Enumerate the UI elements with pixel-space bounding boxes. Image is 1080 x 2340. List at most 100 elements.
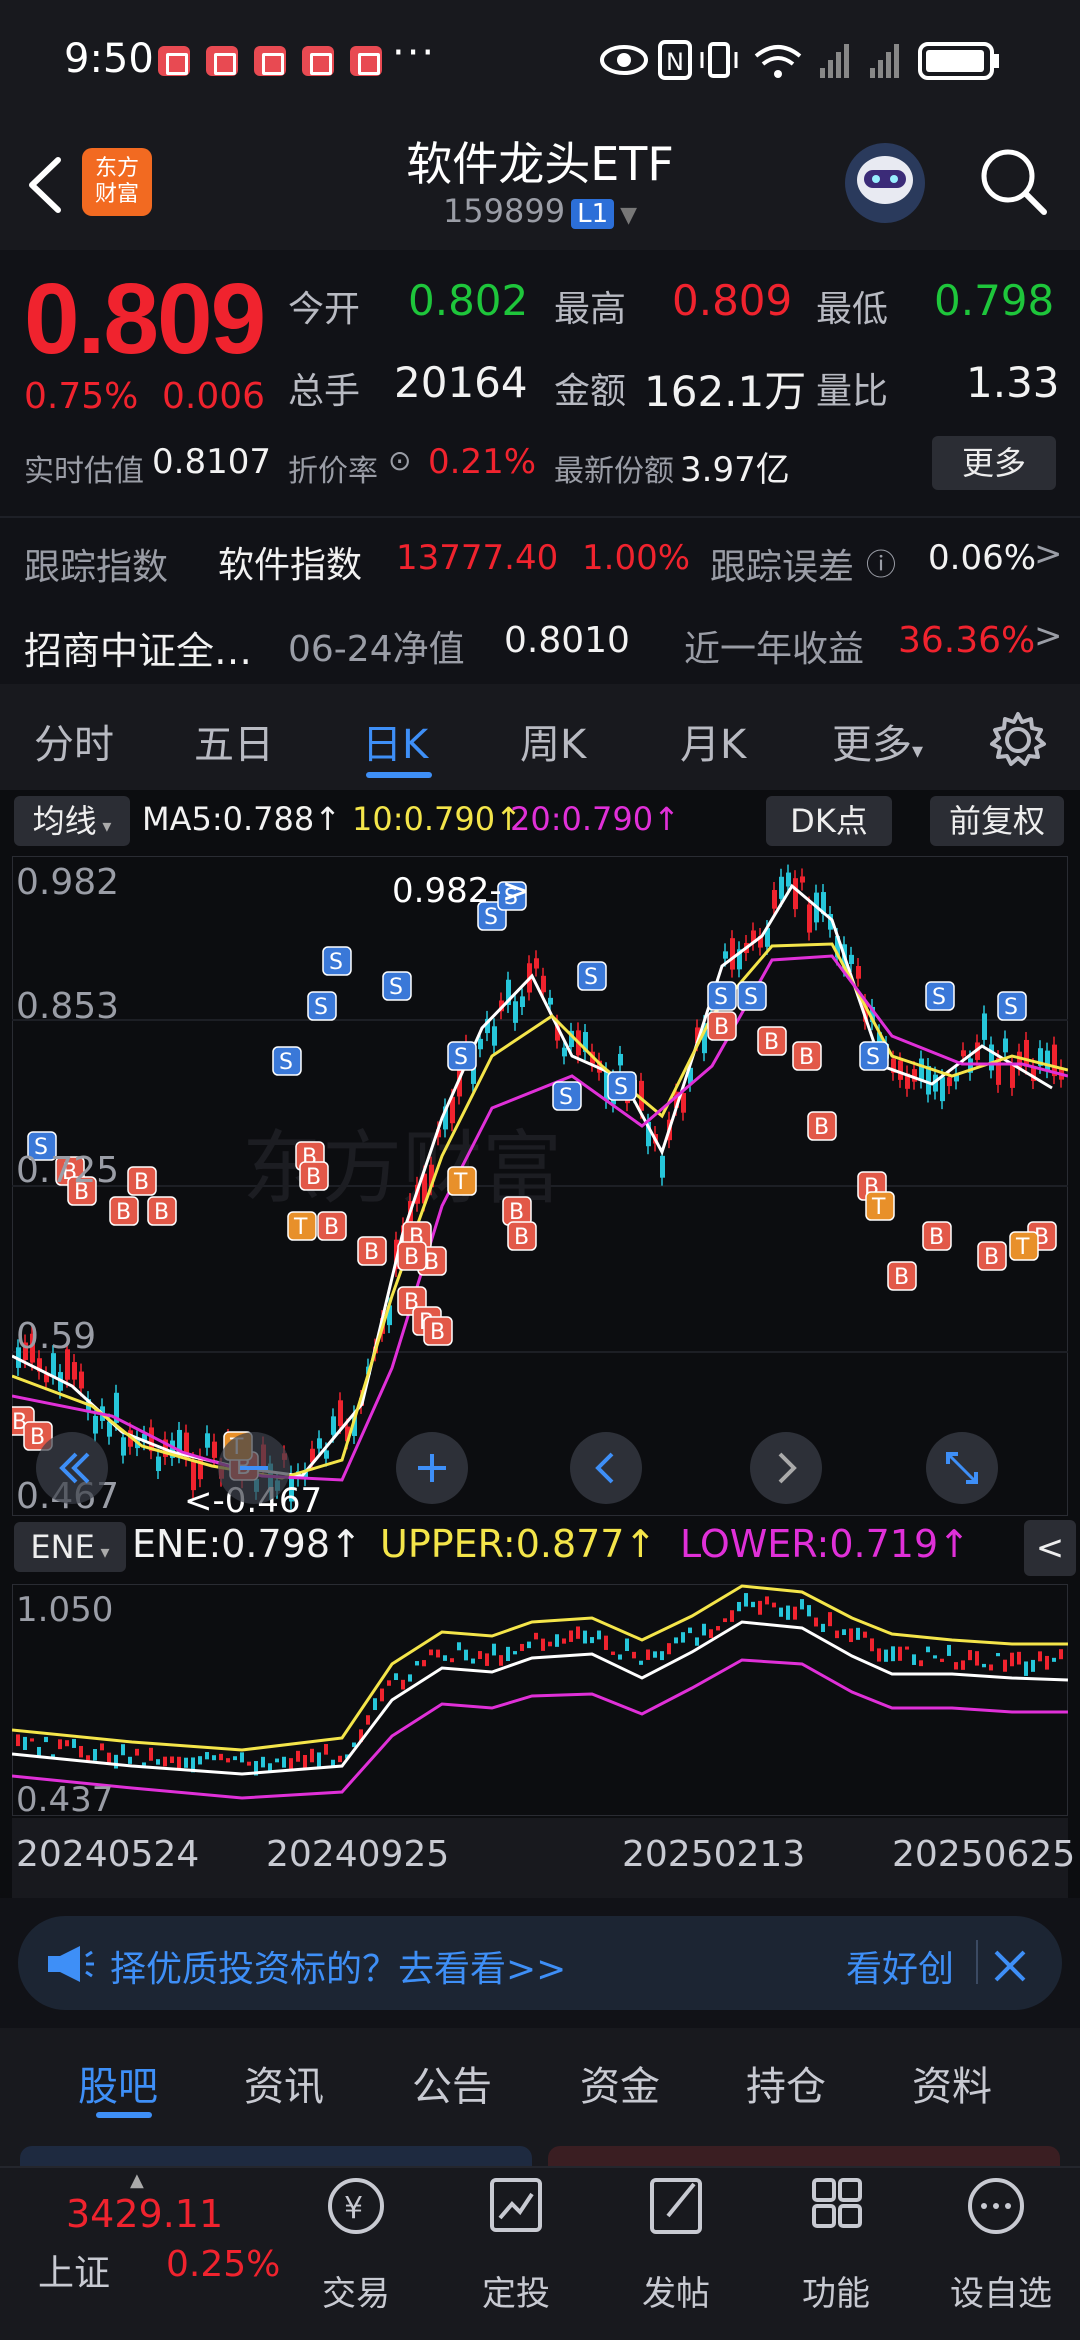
scroll-left-button[interactable]: [570, 1432, 642, 1504]
scroll-start-button[interactable]: [36, 1432, 108, 1504]
more-button[interactable]: 更多: [932, 436, 1056, 490]
chevron-right-icon[interactable]: >: [1034, 534, 1063, 574]
signal-marker-label: S: [454, 1045, 468, 1070]
search-icon[interactable]: [976, 144, 1052, 220]
divider: [0, 2166, 1080, 2168]
amount-label: 金额: [554, 371, 627, 412]
candle: [520, 996, 525, 1008]
dk-points-button[interactable]: DK点: [766, 796, 892, 846]
close-icon[interactable]: [990, 1946, 1030, 1986]
tab-news[interactable]: 资讯: [244, 2054, 324, 2112]
current-price: 0.809: [24, 263, 266, 375]
candle: [513, 1001, 518, 1023]
ene-candle: [247, 1761, 251, 1766]
shares-label: 最新份额: [554, 454, 674, 489]
market-index-name[interactable]: 上证: [38, 2244, 110, 2296]
tab-monthly-k[interactable]: 月K: [680, 712, 746, 770]
watchlist-add-icon[interactable]: [936, 2170, 1056, 2250]
signal-marker-label: B: [306, 1165, 321, 1190]
tab-daily-k[interactable]: 日K: [362, 712, 428, 770]
fund-name[interactable]: 招商中证全…: [24, 620, 252, 675]
collapse-chevron-icon[interactable]: <: [1024, 1520, 1076, 1576]
ene-candle: [128, 1756, 132, 1764]
ene-candle: [100, 1743, 104, 1751]
tab-profile[interactable]: 资料: [912, 2054, 992, 2112]
status-time: 9:50: [64, 36, 154, 82]
ene-chart[interactable]: [12, 1584, 1068, 1816]
ene-candle: [996, 1653, 1000, 1657]
ene-candle: [653, 1651, 657, 1658]
ene-candle: [821, 1623, 825, 1633]
ene-candle: [912, 1654, 916, 1665]
tracking-index-change: 1.00%: [582, 538, 691, 578]
robot-assistant-icon[interactable]: [842, 140, 928, 226]
ene-candle: [58, 1739, 62, 1750]
candle: [898, 1060, 903, 1080]
ene-candle: [702, 1623, 706, 1636]
tab-intraday[interactable]: 分时: [34, 712, 114, 770]
info-icon[interactable]: ⊙: [388, 444, 411, 477]
indicator-selector[interactable]: 均线 ▾: [14, 796, 130, 846]
functions-grid-icon[interactable]: [776, 2170, 896, 2250]
ene-selector[interactable]: ENE ▾: [14, 1522, 126, 1572]
ene-candle: [79, 1745, 83, 1758]
forum-card: [548, 2146, 1060, 2166]
ene-candle: [1017, 1651, 1021, 1665]
active-tab-indicator: [96, 2112, 152, 2118]
signal-marker-label: B: [116, 1200, 131, 1225]
ene-candle: [919, 1660, 923, 1667]
trade-icon[interactable]: ¥: [296, 2170, 416, 2250]
banner-right-text[interactable]: 看好创: [846, 1940, 954, 1992]
market-index-value[interactable]: 3429.11: [66, 2192, 223, 2236]
ene-candle: [695, 1637, 699, 1646]
ene-candle: [198, 1756, 202, 1765]
ma5-value: MA5:0.788↑: [142, 800, 342, 838]
nav-trade[interactable]: 交易: [296, 2266, 416, 2315]
tab-five-day[interactable]: 五日: [194, 712, 274, 770]
chevron-right-icon[interactable]: >: [1034, 616, 1063, 656]
tracking-index-name[interactable]: 软件指数: [218, 536, 362, 588]
volume-label: 总手: [288, 371, 361, 412]
investment-plan-icon[interactable]: [456, 2170, 576, 2250]
ene-candle: [443, 1655, 447, 1661]
tab-more[interactable]: 更多▾: [832, 712, 923, 770]
ene-candle: [947, 1644, 951, 1656]
ene-candle: [527, 1641, 531, 1649]
nav-add-watchlist[interactable]: 设自选: [936, 2266, 1066, 2315]
signal-marker-label: T: [293, 1215, 308, 1240]
ma20-value: 20:0.790↑: [510, 800, 680, 838]
tab-announcements[interactable]: 公告: [412, 2054, 492, 2112]
zoom-in-button[interactable]: [396, 1432, 468, 1504]
ene-candle: [436, 1649, 440, 1658]
ene-candle: [681, 1632, 685, 1643]
ene-candle: [499, 1655, 503, 1666]
svg-text:N: N: [666, 48, 684, 76]
compose-post-icon[interactable]: [616, 2170, 736, 2250]
help-icon[interactable]: ⓘ: [866, 540, 896, 584]
signal-marker-label: B: [929, 1225, 944, 1250]
adjust-button[interactable]: 前复权: [930, 796, 1064, 846]
candlestick-chart[interactable]: 东方财富 SBBBBBSSSBBTBSBBBTSSSBBBBSSSBBSSBBB…: [12, 856, 1068, 1516]
tab-holdings[interactable]: 持仓: [746, 2054, 826, 2112]
settings-gear-icon[interactable]: [988, 710, 1048, 770]
ene-candle: [590, 1637, 594, 1644]
nav-investment-plan[interactable]: 定投: [456, 2266, 576, 2315]
tab-weekly-k[interactable]: 周K: [520, 712, 586, 770]
market-index-change[interactable]: 0.25%: [166, 2244, 280, 2285]
fullscreen-icon[interactable]: [926, 1432, 998, 1504]
divider: [976, 1940, 978, 1984]
nav-post[interactable]: 发帖: [616, 2266, 736, 2315]
candle: [961, 1050, 966, 1057]
candle: [856, 966, 861, 979]
candle: [807, 904, 812, 933]
tab-forum[interactable]: 股吧: [78, 2054, 158, 2112]
zoom-out-button[interactable]: [218, 1432, 290, 1504]
tab-funds-flow[interactable]: 资金: [580, 2054, 660, 2112]
banner-text[interactable]: 择优质投资标的？去看看>>: [110, 1940, 566, 1992]
scroll-right-button[interactable]: [750, 1432, 822, 1504]
candle: [478, 1038, 483, 1050]
notification-icon: [302, 46, 334, 76]
nav-functions[interactable]: 功能: [776, 2266, 896, 2315]
ene-candle: [303, 1754, 307, 1769]
ene-candle: [646, 1649, 650, 1660]
